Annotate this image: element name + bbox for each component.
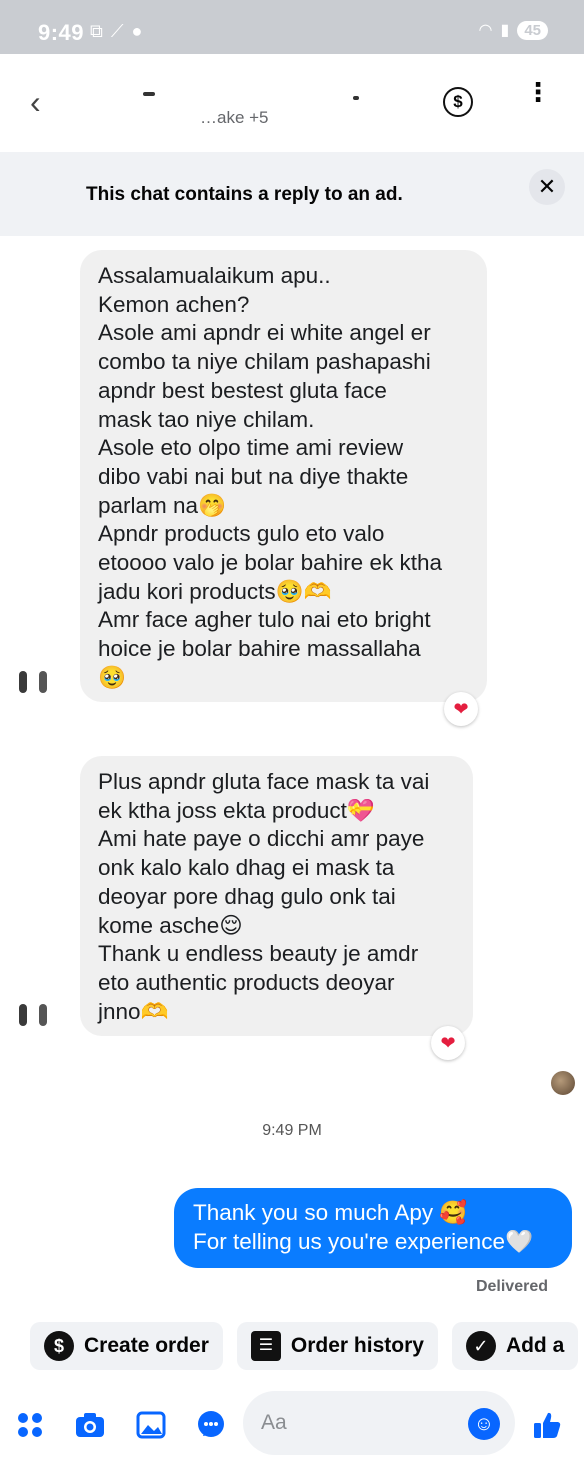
battery-level: 45	[517, 20, 548, 40]
close-icon: ✕	[537, 174, 557, 199]
message-line: For telling us you're experience🤍	[193, 1229, 533, 1254]
status-icons: ⧉ ⟋ ●	[90, 21, 142, 42]
back-button[interactable]: ‹	[30, 84, 60, 120]
heart-reaction[interactable]: ❤	[444, 692, 478, 726]
check-icon: ✓	[465, 1331, 496, 1361]
sender-avatar[interactable]	[17, 663, 57, 703]
sender-avatar[interactable]	[17, 996, 57, 1036]
message-line: dibo vabi nai but na diye thakte	[98, 463, 409, 489]
signal-icon: ⟋	[110, 21, 124, 41]
message-line: Assalamualaikum apu..	[98, 263, 331, 288]
message-line: onk kalo kalo dhag ei mask ta	[98, 855, 395, 881]
message-line: Kemon achen?	[98, 291, 250, 317]
message-timestamp: 9:49 PM	[262, 1122, 322, 1139]
voice-icon[interactable]	[195, 1409, 227, 1441]
message-line: deoyar pore dhag gulo onk tai	[98, 883, 396, 909]
message-line: eto authentic products deoyar	[98, 969, 395, 995]
message-line: Thank u endless beauty je amdr	[98, 941, 419, 967]
incoming-message[interactable]: Assalamualaikum apu.. Kemon achen? Asole…	[80, 250, 487, 702]
chevron-left-icon: ‹	[30, 84, 41, 120]
message-line: Apndr products gulo eto valo	[98, 521, 385, 547]
status-bar: 9:49 ⧉ ⟋ ● ◠ ▮ 45	[0, 0, 584, 54]
more-options-button[interactable]: ⋮	[525, 79, 551, 122]
message-line: Amr face agher tulo nai eto bright	[98, 607, 431, 633]
gallery-icon[interactable]	[135, 1409, 167, 1441]
list-icon: ☰	[250, 1331, 281, 1361]
payment-button[interactable]: $	[443, 87, 473, 117]
add-label-button[interactable]: ✓ Add a	[451, 1322, 579, 1370]
chat-header: ‹ …ake +5 $ ⋮	[0, 54, 584, 150]
message-line: hoice je bolar bahire massallaha	[98, 636, 421, 662]
message-line: mask tao niye chilam.	[98, 406, 315, 432]
message-line: parlam na🤭	[98, 492, 227, 518]
message-line: combo ta niye chilam pashapashi	[98, 349, 431, 375]
screenshot-icon: ⧉	[90, 21, 103, 41]
heart-icon: ❤	[453, 699, 469, 719]
status-time: 9:49	[38, 20, 85, 45]
more-vertical-icon: ⋮	[525, 77, 551, 107]
message-line: Asole eto olpo time ami review	[98, 435, 404, 461]
message-line: etoooo valo je bolar bahire ek ktha	[98, 550, 442, 576]
chat-icon: ●	[131, 21, 143, 41]
chip-label: Order history	[290, 1334, 424, 1357]
chip-label: Create order	[84, 1334, 209, 1357]
seen-avatar	[551, 1071, 575, 1095]
ad-banner-text: This chat contains a reply to an ad.	[86, 184, 403, 205]
message-line: jadu kori products🥹🫶	[98, 578, 332, 604]
camera-icon[interactable]	[74, 1409, 106, 1441]
dollar-icon: $	[44, 1331, 74, 1361]
message-line: ek ktha joss ekta product💝	[98, 797, 375, 823]
message-line: jnno🫶	[98, 998, 169, 1024]
outgoing-message[interactable]: Thank you so much Apy 🥰 For telling us y…	[174, 1188, 572, 1268]
apps-icon[interactable]	[14, 1409, 46, 1441]
message-line: kome asche😌	[98, 912, 243, 938]
order-history-button[interactable]: ☰ Order history	[236, 1322, 438, 1370]
chip-label: Add a	[505, 1334, 565, 1357]
heart-reaction[interactable]: ❤	[431, 1026, 465, 1060]
message-line: Thank you so much Apy 🥰	[193, 1200, 468, 1225]
message-placeholder: Aa	[261, 1411, 287, 1434]
emoji-icon[interactable]: ☺	[468, 1408, 500, 1440]
message-composer: Aa ☺	[0, 1385, 584, 1465]
contact-name-redacted[interactable]	[135, 78, 395, 100]
message-line: 🥹	[98, 664, 127, 690]
status-right: ◠ ▮ 45	[479, 20, 548, 40]
delivery-status: Delivered	[475, 1278, 548, 1295]
message-line: Plus apndr gluta face mask ta vai	[98, 769, 430, 794]
create-order-button[interactable]: $ Create order	[30, 1322, 223, 1370]
message-line: Ami hate paye o dicchi amr paye	[98, 826, 425, 852]
incoming-message[interactable]: Plus apndr gluta face mask ta vai ek kth…	[80, 756, 473, 1036]
dollar-icon: $	[453, 92, 463, 111]
wifi-icon: ◠	[478, 22, 493, 39]
close-banner-button[interactable]: ✕	[529, 169, 565, 205]
thumbs-up-icon[interactable]	[531, 1409, 563, 1441]
quick-actions-row: $ Create order ☰ Order history ✓ Add a	[30, 1322, 579, 1370]
message-input[interactable]: Aa ☺	[243, 1391, 515, 1455]
heart-icon: ❤	[440, 1033, 456, 1053]
cell-signal-icon: ▮	[500, 22, 510, 39]
message-line: Asole ami apndr ei white angel er	[98, 320, 431, 346]
message-line: apndr best bestest gluta face	[98, 377, 387, 403]
contact-subtitle: …ake +5	[200, 108, 269, 127]
ad-reply-banner: This chat contains a reply to an ad.	[0, 152, 584, 236]
